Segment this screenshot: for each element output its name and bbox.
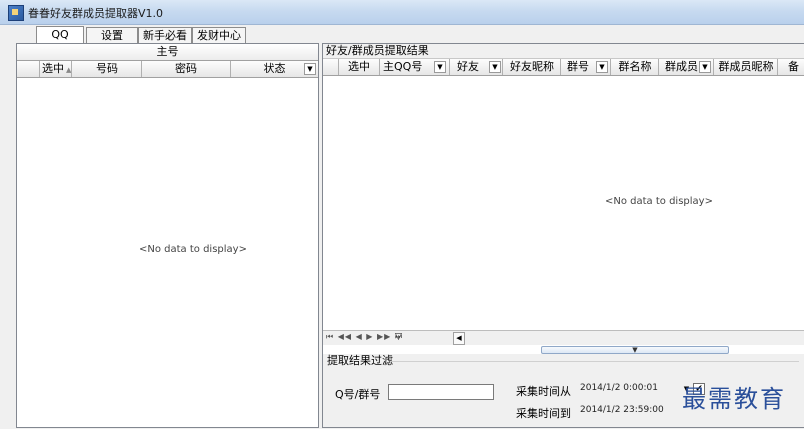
navigator-buttons[interactable]: ⏮ ◀◀ ◀ ▶ ▶▶ ⏭: [326, 332, 403, 342]
main-qq-filter-dropdown-icon[interactable]: ▼: [434, 61, 446, 73]
friend-filter-dropdown-icon[interactable]: ▼: [489, 61, 501, 73]
filter-legend: 提取结果过滤: [327, 354, 393, 367]
col-group-no-label: 群号: [567, 60, 589, 73]
col-header-member-nickname[interactable]: 群成员昵称: [715, 59, 778, 75]
col-header-number[interactable]: 号码: [73, 61, 142, 77]
funnel-icon[interactable]: ▽: [395, 332, 402, 342]
col-header-password[interactable]: 密码: [142, 61, 231, 77]
collect-time-from-label: 采集时间从: [516, 385, 571, 398]
collect-time-to-label: 采集时间到: [516, 407, 571, 420]
col-status-label: 状态: [263, 62, 286, 75]
right-row-indicator-header: [323, 59, 339, 75]
col-header-r-selected[interactable]: 选中: [339, 59, 380, 75]
right-grid-empty-text: <No data to display>: [605, 196, 713, 207]
grid-navigator: ⏮ ◀◀ ◀ ▶ ▶▶ ⏭ ▽ ◀: [323, 330, 804, 345]
col-main-qq-label: 主QQ号: [383, 60, 423, 73]
main-account-grid[interactable]: 主号 选中 ▲ 号码 密码 状态 ▼ <No data to display>: [16, 43, 319, 428]
filter-group-border: [389, 361, 799, 362]
tab-beginner[interactable]: 新手必看: [138, 27, 192, 43]
left-column-header-row: 选中 ▲ 号码 密码 状态 ▼: [17, 61, 318, 78]
collect-time-to-input[interactable]: 2014/1/2 23:59:00: [577, 403, 693, 419]
tab-qq-label: QQ: [51, 28, 69, 41]
collect-time-from-input[interactable]: 2014/1/2 0:00:01: [577, 381, 693, 397]
col-header-group-name[interactable]: 群名称: [612, 59, 659, 75]
col-header-remark[interactable]: 备: [778, 59, 804, 75]
tab-beginner-label: 新手必看: [143, 29, 187, 42]
row-indicator-header: [17, 61, 40, 77]
col-header-friend-nickname[interactable]: 好友昵称: [504, 59, 561, 75]
extraction-results-panel: 好友/群成员提取结果 选中 主QQ号 ▼ 好友 ▼ 好友昵称 群号 ▼ 群名称 …: [322, 43, 804, 428]
col-friend-label: 好友: [457, 60, 479, 73]
status-filter-dropdown-icon[interactable]: ▼: [304, 63, 316, 75]
horizontal-scroll-left-icon[interactable]: ◀: [453, 332, 465, 345]
right-column-header-row: 选中 主QQ号 ▼ 好友 ▼ 好友昵称 群号 ▼ 群名称 群成员 ▼ 群成员昵称…: [323, 59, 804, 76]
tab-fortune[interactable]: 发财中心: [192, 27, 246, 43]
qq-group-label: Q号/群号: [335, 388, 381, 401]
tab-strip: QQ 设置 新手必看 发财中心: [0, 25, 804, 44]
col-selected-label: 选中: [42, 62, 64, 75]
col-group-member-label: 群成员: [665, 60, 698, 73]
tab-qq[interactable]: QQ: [36, 26, 84, 44]
app-icon: [8, 5, 24, 21]
watermark-logo: 最需教育: [682, 385, 786, 413]
window-title: 眷眷好友群成员提取器V1.0: [28, 7, 164, 20]
results-group-title: 好友/群成员提取结果: [323, 44, 804, 59]
splitter-grip[interactable]: ▼: [541, 346, 729, 354]
tab-fortune-label: 发财中心: [197, 29, 241, 42]
qq-group-input[interactable]: [388, 384, 494, 400]
band-header-main-account: 主号: [17, 44, 318, 61]
tab-settings[interactable]: 设置: [86, 27, 138, 43]
title-bar[interactable]: 眷眷好友群成员提取器V1.0: [0, 0, 804, 25]
tab-settings-label: 设置: [101, 29, 123, 42]
sort-asc-icon: ▲: [66, 66, 72, 74]
left-grid-empty-text: <No data to display>: [139, 244, 247, 255]
col-header-selected[interactable]: 选中 ▲: [40, 61, 72, 77]
group-no-filter-dropdown-icon[interactable]: ▼: [596, 61, 608, 73]
group-member-filter-dropdown-icon[interactable]: ▼: [699, 61, 711, 73]
